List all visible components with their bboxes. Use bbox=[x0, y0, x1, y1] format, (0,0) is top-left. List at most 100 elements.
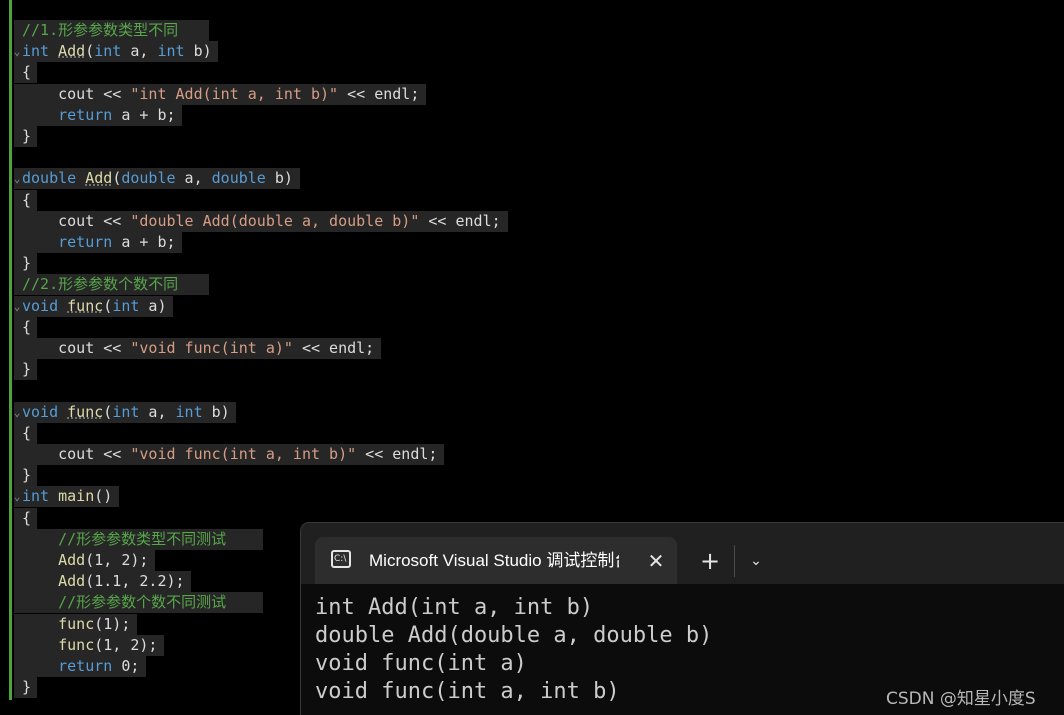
code-token: { bbox=[22, 190, 32, 209]
new-tab-button[interactable]: + bbox=[699, 549, 721, 573]
code-text: int Add(int a, int b) bbox=[22, 41, 212, 62]
code-token: 0; bbox=[112, 657, 140, 675]
code-token: << endl; bbox=[338, 84, 420, 103]
close-icon[interactable]: ✕ bbox=[645, 549, 667, 573]
code-text: func(1, 2); bbox=[22, 635, 157, 656]
code-token: (1.1, 2.2); bbox=[85, 572, 185, 591]
code-text: { bbox=[22, 62, 31, 83]
code-token: "void func(int a, int b)" bbox=[130, 445, 357, 463]
code-token: int bbox=[112, 296, 140, 315]
code-text: { bbox=[22, 317, 31, 338]
code-text: } bbox=[22, 126, 31, 147]
code-token: b) bbox=[265, 169, 293, 188]
code-token: return bbox=[22, 657, 113, 675]
code-token: func bbox=[67, 402, 104, 421]
code-token: "void func(int a)" bbox=[130, 339, 293, 357]
code-token: int bbox=[22, 42, 50, 61]
chevron-down-icon[interactable]: ⌄ bbox=[745, 549, 767, 573]
code-token: ( bbox=[103, 296, 113, 315]
code-token: cout << bbox=[22, 211, 131, 230]
console-output-line: int Add(int a, int b) bbox=[315, 595, 594, 620]
code-token: () bbox=[94, 487, 113, 506]
code-token: { bbox=[22, 63, 32, 82]
fold-chevron-icon[interactable]: ⌄ bbox=[12, 41, 22, 62]
code-token: void bbox=[22, 402, 59, 421]
console-titlebar: C:\ Microsoft Visual Studio 调试控制台 ✕ + ⌄ bbox=[301, 523, 1064, 584]
code-token: (1, 2); bbox=[85, 551, 149, 569]
code-text: { bbox=[22, 508, 31, 529]
code-text: void func(int a) bbox=[22, 296, 167, 317]
console-output[interactable]: int Add(int a, int b) double Add(double … bbox=[315, 594, 712, 706]
code-text: cout << "void func(int a, int b)" << end… bbox=[22, 444, 437, 465]
tab-divider bbox=[734, 545, 735, 577]
console-output-line: double Add(double a, double b) bbox=[315, 623, 713, 648]
console-output-line: void func(int a, int b) bbox=[315, 679, 620, 704]
code-text: //形参参数类型不同测试 bbox=[22, 529, 226, 550]
console-tab[interactable]: C:\ Microsoft Visual Studio 调试控制台 ✕ bbox=[315, 537, 677, 584]
code-token: { bbox=[22, 317, 32, 336]
fold-chevron-icon[interactable]: ⌄ bbox=[12, 486, 22, 507]
code-text: Add(1.1, 2.2); bbox=[22, 571, 185, 592]
code-token: } bbox=[22, 678, 32, 697]
code-token: int bbox=[94, 42, 122, 61]
code-text: //2.形参参数个数不同 bbox=[22, 274, 178, 295]
fold-chevron-icon[interactable]: ⌄ bbox=[12, 296, 22, 317]
code-text: { bbox=[22, 423, 31, 444]
code-token: b) bbox=[184, 42, 212, 61]
code-token: "int Add(int a, int b)" bbox=[130, 84, 339, 103]
code-token: //2.形参参数个数不同 bbox=[22, 275, 179, 294]
code-text: return 0; bbox=[22, 656, 139, 677]
code-token: { bbox=[22, 423, 32, 442]
code-token: (1); bbox=[94, 614, 131, 633]
code-token: return bbox=[22, 233, 113, 251]
code-token: double bbox=[211, 169, 266, 188]
code-token: Add bbox=[58, 42, 86, 61]
code-token: func bbox=[67, 296, 104, 315]
code-token: } bbox=[22, 254, 32, 273]
code-token: << endl; bbox=[292, 339, 375, 357]
code-token: } bbox=[22, 466, 32, 485]
code-text: { bbox=[22, 190, 31, 211]
terminal-icon: C:\ bbox=[331, 550, 351, 568]
tab-title: Microsoft Visual Studio 调试控制台 bbox=[369, 551, 619, 570]
code-token: func bbox=[22, 635, 95, 654]
code-token: cout << bbox=[22, 445, 131, 463]
code-text: double Add(double a, double b) bbox=[22, 168, 293, 189]
code-text: //1.形参参数类型不同 bbox=[22, 20, 178, 41]
code-token: cout << bbox=[22, 339, 131, 357]
code-token: main bbox=[58, 487, 95, 506]
code-token: //形参参数个数不同测试 bbox=[22, 593, 227, 612]
code-token: return bbox=[22, 105, 113, 124]
console-output-line: void func(int a) bbox=[315, 651, 527, 676]
code-text: return a + b; bbox=[22, 105, 176, 126]
code-token: << endl; bbox=[356, 445, 438, 463]
code-token: ( bbox=[103, 402, 113, 421]
code-token: } bbox=[22, 360, 32, 379]
code-token: cout << bbox=[22, 84, 131, 103]
fold-chevron-icon[interactable]: ⌄ bbox=[12, 168, 22, 189]
code-token: Add bbox=[22, 572, 86, 591]
code-token: void bbox=[22, 296, 59, 315]
code-token: int bbox=[157, 42, 185, 61]
code-text: } bbox=[22, 677, 31, 698]
code-token: ( bbox=[112, 169, 122, 188]
code-token: { bbox=[22, 508, 32, 527]
code-text: cout << "void func(int a)" << endl; bbox=[22, 338, 374, 359]
code-text: Add(1, 2); bbox=[22, 550, 148, 571]
code-token: a, bbox=[121, 42, 158, 61]
code-token: a + b; bbox=[112, 233, 176, 251]
code-text: return a + b; bbox=[22, 232, 176, 253]
fold-chevron-icon[interactable]: ⌄ bbox=[12, 402, 22, 423]
code-text: cout << "double Add(double a, double b)"… bbox=[22, 211, 501, 232]
code-text: int main() bbox=[22, 486, 112, 507]
code-token: //形参参数类型不同测试 bbox=[22, 529, 227, 548]
code-token: << endl; bbox=[419, 211, 501, 230]
code-token: int bbox=[112, 402, 140, 421]
code-text: } bbox=[22, 465, 31, 486]
code-token: a + b; bbox=[112, 105, 176, 124]
